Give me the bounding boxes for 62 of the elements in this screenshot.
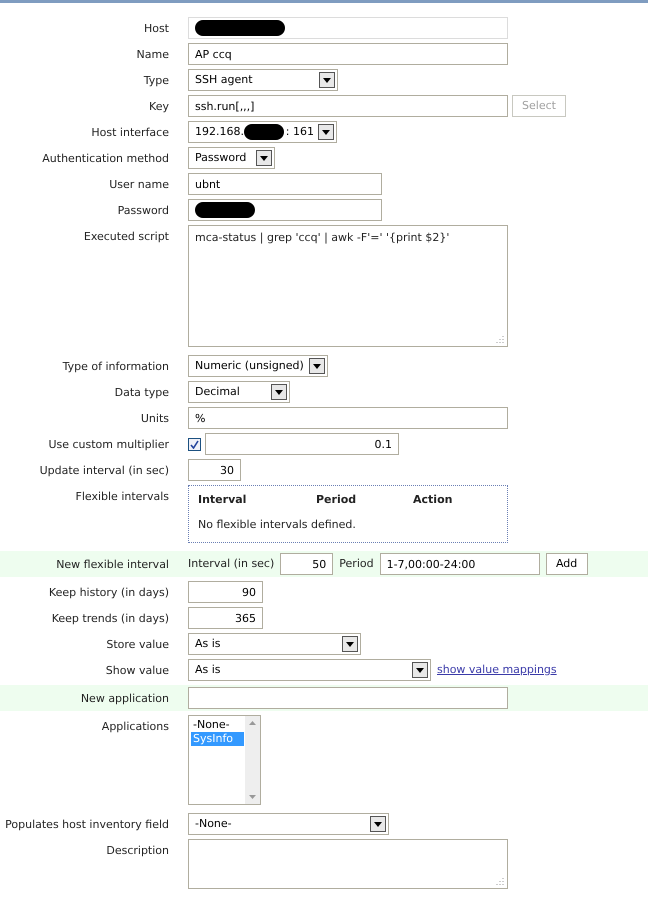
field-label: Name: [136, 47, 169, 63]
password-field[interactable]: [188, 199, 382, 221]
field-label: New flexible interval: [55, 557, 169, 573]
column-header: Action: [413, 492, 452, 508]
period-field[interactable]: 1-7,00:00-24:00: [380, 553, 540, 575]
field-label: Description: [105, 843, 169, 859]
interval-field[interactable]: 50: [280, 553, 334, 575]
field-label: Type: [142, 73, 169, 89]
resize-grip-icon[interactable]: [495, 876, 504, 885]
field-label: User name: [108, 177, 169, 193]
redaction-mark: [195, 202, 255, 218]
text-field[interactable]: ubnt: [188, 173, 382, 195]
period-label: Period: [339, 556, 374, 572]
field-label: Show value: [104, 663, 169, 679]
text-field[interactable]: AP ccq: [188, 43, 508, 65]
textarea-field[interactable]: mca-status | grep 'ccq' | awk -F'=' '{print $2}': [188, 225, 508, 347]
field-label: Units: [140, 411, 169, 427]
checkbox[interactable]: [188, 438, 201, 450]
number-field[interactable]: 365: [188, 607, 263, 629]
field-label: Executed script: [82, 229, 169, 245]
column-header: Interval: [198, 492, 248, 508]
dropdown-select[interactable]: SSH agent: [188, 69, 338, 91]
number-field[interactable]: 90: [188, 581, 263, 603]
readonly-field[interactable]: [188, 17, 508, 39]
number-field[interactable]: 30: [188, 459, 241, 481]
dropdown-select[interactable]: As is: [188, 659, 431, 681]
add-button[interactable]: Add: [546, 553, 588, 575]
field-label: Host interface: [90, 125, 169, 141]
field-label: Keep history (in days): [48, 585, 169, 601]
field-label: New application: [80, 691, 169, 707]
text-field[interactable]: [188, 687, 508, 709]
resize-grip-icon[interactable]: [495, 334, 504, 343]
redaction-mark: [244, 124, 284, 140]
field-label: Flexible intervals: [74, 489, 169, 505]
field-label: Applications: [100, 719, 169, 735]
listbox[interactable]: -None- SysInfo: [188, 715, 261, 805]
field-label: Key: [148, 99, 169, 115]
field-label: Populates host inventory field: [4, 817, 169, 833]
list-item[interactable]: -None-: [191, 718, 244, 732]
interval-label: Interval (in sec): [188, 556, 274, 572]
text-field[interactable]: ssh.run[,,,]: [188, 95, 508, 117]
field-label: Authentication method: [41, 151, 169, 167]
field-label: Password: [116, 203, 169, 219]
text-field[interactable]: %: [188, 407, 508, 429]
field-label: Type of information: [62, 359, 169, 375]
column-header: Period: [316, 492, 358, 508]
field-label: Host: [142, 21, 169, 37]
empty-message: No flexible intervals defined.: [198, 516, 357, 532]
field-label: Store value: [105, 637, 169, 653]
dropdown-select[interactable]: Decimal: [188, 381, 290, 403]
dropdown-select[interactable]: -None-: [188, 813, 389, 835]
textarea-field[interactable]: [188, 839, 508, 889]
multiplier-field[interactable]: 0.1: [205, 433, 399, 455]
field-label: Data type: [114, 385, 169, 401]
dropdown-select[interactable]: Password: [188, 147, 275, 169]
field-label: Keep trends (in days): [50, 611, 169, 627]
dropdown-select[interactable]: Numeric (unsigned): [188, 355, 328, 377]
field-label: Use custom multiplier: [47, 437, 169, 453]
field-label: Update interval (in sec): [38, 463, 169, 479]
dropdown-select[interactable]: 192.168. : 161: [188, 121, 337, 143]
value-mappings-link[interactable]: show value mappings: [437, 662, 557, 678]
dropdown-select[interactable]: As is: [188, 633, 361, 655]
